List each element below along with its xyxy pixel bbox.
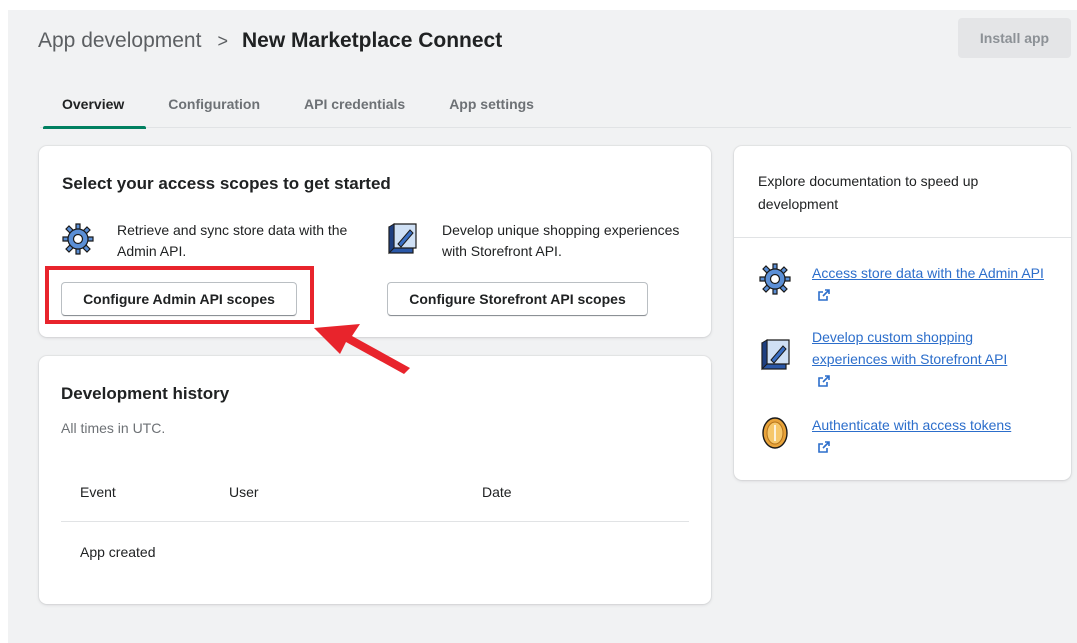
documentation-divider bbox=[734, 237, 1071, 238]
documentation-card: Explore documentation to speed up develo… bbox=[734, 146, 1071, 480]
doc-link-access-tokens[interactable]: Authenticate with access tokens bbox=[812, 414, 1012, 458]
doc-link-admin-api-label: Access store data with the Admin API bbox=[812, 265, 1044, 281]
documentation-header: Explore documentation to speed up develo… bbox=[758, 173, 979, 212]
column-header-date: Date bbox=[482, 484, 512, 500]
table-row-event: App created bbox=[80, 544, 156, 560]
configure-storefront-api-scopes-button[interactable]: Configure Storefront API scopes bbox=[387, 282, 648, 316]
breadcrumb-parent-link[interactable]: App development bbox=[38, 29, 201, 53]
doc-link-storefront-api-label: Develop custom shopping experiences with… bbox=[812, 329, 1008, 367]
external-link-icon bbox=[818, 441, 830, 453]
external-link-icon bbox=[818, 289, 830, 301]
storefront-icon bbox=[761, 339, 790, 371]
tab-configuration[interactable]: Configuration bbox=[146, 80, 282, 128]
table-divider bbox=[61, 521, 689, 522]
storefront-icon bbox=[388, 223, 417, 255]
external-link-icon bbox=[818, 375, 830, 387]
tab-api-credentials[interactable]: API credentials bbox=[282, 80, 427, 128]
gear-icon bbox=[62, 223, 94, 255]
breadcrumb: App development > New Marketplace Connec… bbox=[38, 26, 502, 56]
tab-app-settings[interactable]: App settings bbox=[427, 80, 556, 128]
storefront-api-description: Develop unique shopping experiences with… bbox=[442, 222, 680, 259]
doc-link-access-tokens-label: Authenticate with access tokens bbox=[812, 417, 1012, 433]
doc-link-storefront-api[interactable]: Develop custom shopping experiences with… bbox=[812, 326, 1022, 392]
install-app-button[interactable]: Install app bbox=[958, 18, 1071, 58]
token-coin-icon bbox=[762, 417, 788, 449]
annotation-arrow-icon bbox=[314, 324, 410, 374]
column-header-event: Event bbox=[80, 484, 116, 500]
gear-icon bbox=[759, 263, 791, 295]
doc-link-admin-api[interactable]: Access store data with the Admin API bbox=[812, 262, 1052, 306]
column-header-user: User bbox=[229, 484, 259, 500]
tab-overview[interactable]: Overview bbox=[40, 80, 147, 129]
annotation-highlight-box bbox=[45, 266, 314, 324]
access-scopes-title: Select your access scopes to get started bbox=[62, 174, 391, 193]
breadcrumb-separator: > bbox=[217, 30, 228, 51]
development-history-card: Development history All times in UTC. Ev… bbox=[39, 356, 711, 604]
page-title: New Marketplace Connect bbox=[241, 29, 503, 52]
history-timezone-note: All times in UTC. bbox=[61, 420, 166, 436]
development-history-title: Development history bbox=[61, 384, 230, 403]
tab-bar: Overview Configuration API credentials A… bbox=[40, 80, 1071, 129]
admin-api-description: Retrieve and sync store data with the Ad… bbox=[117, 222, 348, 259]
